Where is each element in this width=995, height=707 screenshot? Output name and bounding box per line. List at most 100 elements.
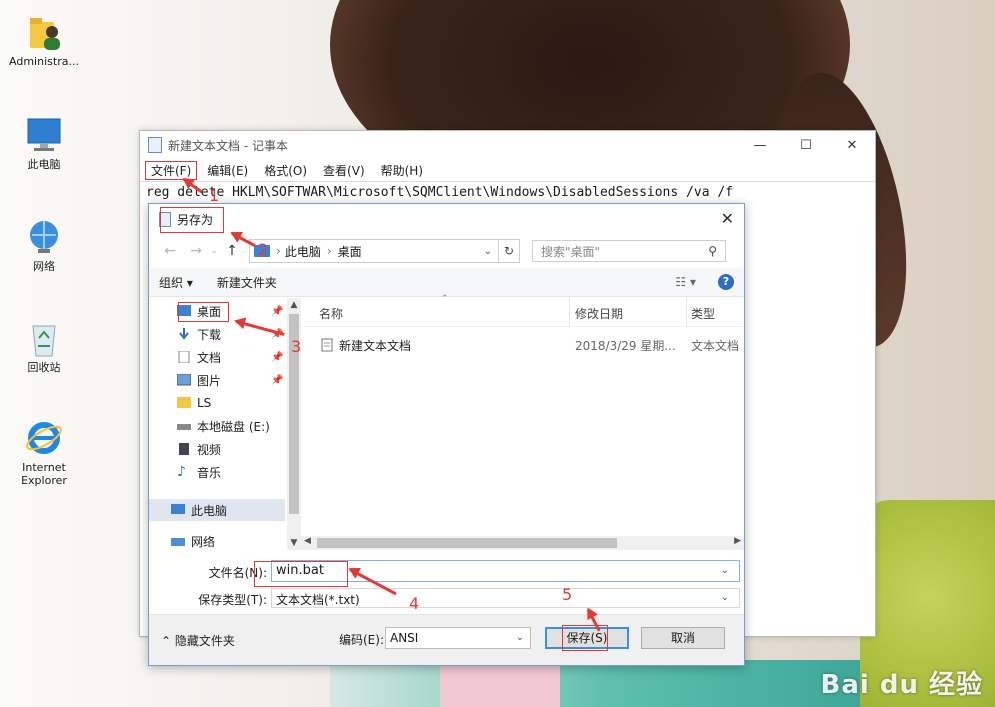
nav-item-network[interactable]: 网络 xyxy=(171,530,215,552)
recent-chevron-icon[interactable]: ⌄ xyxy=(209,246,219,256)
file-list[interactable]: ⌃ 名称 修改日期 类型 新建文本文档 2018/3/29 星期... 文本文档 xyxy=(301,294,744,550)
minimize-button[interactable]: — xyxy=(737,138,783,153)
pin-icon: 📌 xyxy=(271,351,284,363)
nav-item-local-disk-e[interactable]: 本地磁盘 (E:) xyxy=(177,415,270,437)
search-icon: ⚲ xyxy=(708,244,717,258)
chevron-down-icon[interactable]: ⌄ xyxy=(516,632,524,643)
desktop-icon-label: Internet Explorer xyxy=(21,461,67,487)
column-type[interactable]: 类型 xyxy=(691,305,715,322)
up-arrow-icon[interactable]: ↑ xyxy=(219,243,245,259)
nav-item-label: 文档 xyxy=(197,350,222,365)
organize-button[interactable]: 组织 ▾ xyxy=(159,274,193,291)
picture-icon xyxy=(177,374,191,386)
save-button[interactable]: 保存(S) xyxy=(545,627,629,649)
nav-item-this-pc[interactable]: 此电脑 xyxy=(171,499,227,521)
desktop-icon-this-pc[interactable]: 此电脑 xyxy=(4,115,84,171)
back-arrow-icon[interactable]: ← xyxy=(157,243,183,259)
encoding-select[interactable]: ANSI ⌄ xyxy=(385,627,531,649)
menu-edit[interactable]: 编辑(E) xyxy=(202,162,253,179)
cancel-button[interactable]: 取消 xyxy=(641,627,725,649)
maximize-button[interactable]: ☐ xyxy=(783,138,829,153)
new-folder-button[interactable]: 新建文件夹 xyxy=(217,274,277,291)
recycle-bin-icon xyxy=(24,318,64,358)
filetype-select[interactable]: 文本文档(*.txt) ⌄ xyxy=(271,588,740,608)
scroll-down-icon[interactable]: ▼ xyxy=(287,538,301,548)
column-name[interactable]: 名称 xyxy=(319,305,343,322)
desktop-icon-internet-explorer[interactable]: Internet Explorer xyxy=(4,418,84,487)
filename-row: 文件名(N): win.bat ⌄ xyxy=(149,560,744,582)
scroll-thumb[interactable] xyxy=(317,538,617,548)
chevron-down-icon[interactable]: ⌄ xyxy=(721,592,729,603)
folder-icon xyxy=(177,397,191,408)
file-name: 新建文本文档 xyxy=(339,339,412,353)
sort-up-icon: ⌃ xyxy=(441,294,449,304)
scroll-right-icon[interactable]: ▶ xyxy=(734,536,741,546)
column-date[interactable]: 修改日期 xyxy=(575,305,623,322)
close-button[interactable]: ✕ xyxy=(829,138,875,153)
menu-format[interactable]: 格式(O) xyxy=(259,162,312,179)
search-placeholder: 搜索"桌面" xyxy=(541,244,601,259)
search-box[interactable]: 搜索"桌面" ⚲ xyxy=(532,240,726,262)
desktop-icon-label: Administra... xyxy=(9,55,79,68)
breadcrumb-this-pc[interactable]: 此电脑 xyxy=(285,243,321,260)
hide-folders-toggle[interactable]: ⌃ 隐藏文件夹 xyxy=(161,632,235,649)
chevron-down-icon[interactable]: ⌄ xyxy=(721,565,729,576)
notepad-titlebar[interactable]: 新建文本文档 - 记事本 — ☐ ✕ xyxy=(140,131,875,159)
nav-item-ls[interactable]: LS xyxy=(177,392,211,414)
dialog-close-button[interactable]: ✕ xyxy=(721,209,734,228)
file-hscrollbar[interactable]: ◀ ▶ xyxy=(301,536,744,550)
nav-item-videos[interactable]: 视频 xyxy=(177,438,221,460)
encoding-value: ANSI xyxy=(390,631,419,645)
dialog-footer: ⌃ 隐藏文件夹 编码(E): ANSI ⌄ 保存(S) 取消 xyxy=(149,614,744,665)
nav-item-music[interactable]: ♪ 音乐 xyxy=(177,461,221,483)
refresh-icon[interactable]: ↻ xyxy=(499,239,520,263)
file-date: 2018/3/29 星期... xyxy=(575,339,676,353)
text-file-icon xyxy=(321,338,333,352)
browser-area: 桌面 📌 下载 📌 文档 📌 图片 📌 LS xyxy=(149,294,744,550)
nav-item-downloads[interactable]: 下载 📌 xyxy=(177,323,283,345)
document-icon xyxy=(178,351,190,363)
notepad-menubar: 文件(F) 编辑(E) 格式(O) 查看(V) 帮助(H) xyxy=(140,159,875,181)
network-icon xyxy=(171,538,185,546)
dialog-toolbar: 组织 ▾ 新建文件夹 ☷ ▾ ? xyxy=(149,268,744,297)
notepad-icon xyxy=(159,211,171,227)
desktop-icon xyxy=(177,305,191,316)
desktop-icon-network[interactable]: 网络 xyxy=(4,217,84,273)
filename-input[interactable]: win.bat ⌄ xyxy=(271,560,740,582)
desktop-icon-label: 回收站 xyxy=(27,361,61,374)
file-row[interactable]: 新建文本文档 2018/3/29 星期... 文本文档 xyxy=(301,334,744,356)
annotation-number-5: 5 xyxy=(562,585,573,604)
save-as-dialog[interactable]: 另存为 ✕ ← → ⌄ ↑ › 此电脑 › 桌面 ⌄ ↻ 搜索"桌面" ⚲ 组织… xyxy=(148,203,745,666)
nav-item-pictures[interactable]: 图片 📌 xyxy=(177,369,283,391)
breadcrumb-desktop[interactable]: 桌面 xyxy=(338,243,362,260)
network-icon xyxy=(24,217,64,257)
forward-arrow-icon[interactable]: → xyxy=(183,243,209,259)
scroll-left-icon[interactable]: ◀ xyxy=(304,536,311,546)
nav-item-documents[interactable]: 文档 📌 xyxy=(177,346,283,368)
download-arrow-icon xyxy=(179,328,189,340)
encoding-label: 编码(E): xyxy=(339,633,384,647)
address-bar[interactable]: › 此电脑 › 桌面 ⌄ xyxy=(249,239,499,263)
nav-item-desktop[interactable]: 桌面 📌 xyxy=(177,300,283,322)
baidu-watermark: Bai du 经验 xyxy=(820,670,983,700)
music-note-icon: ♪ xyxy=(177,464,186,480)
nav-scrollbar[interactable]: ▲ ▼ xyxy=(287,298,301,550)
nav-item-label: 网络 xyxy=(191,534,216,549)
chevron-down-icon[interactable]: ⌄ xyxy=(484,246,492,257)
computer-icon xyxy=(24,115,64,155)
menu-help[interactable]: 帮助(H) xyxy=(376,162,428,179)
scroll-up-icon[interactable]: ▲ xyxy=(287,300,301,310)
column-headers: ⌃ 名称 修改日期 类型 xyxy=(301,294,744,327)
internet-explorer-icon xyxy=(24,418,64,458)
desktop-icon-label: 此电脑 xyxy=(27,158,61,171)
nav-item-label: 桌面 xyxy=(197,304,222,319)
desktop-icon-administrator[interactable]: Administra... xyxy=(4,12,84,68)
menu-view[interactable]: 查看(V) xyxy=(318,162,370,179)
notepad-title: 新建文本文档 - 记事本 xyxy=(168,138,288,153)
help-icon[interactable]: ? xyxy=(718,274,734,290)
annotation-number-4: 4 xyxy=(409,594,420,613)
view-options-icon[interactable]: ☷ ▾ xyxy=(675,275,696,289)
computer-icon xyxy=(171,504,185,514)
desktop-icon-recycle-bin[interactable]: 回收站 xyxy=(4,318,84,374)
navigation-pane[interactable]: 桌面 📌 下载 📌 文档 📌 图片 📌 LS xyxy=(149,298,287,550)
